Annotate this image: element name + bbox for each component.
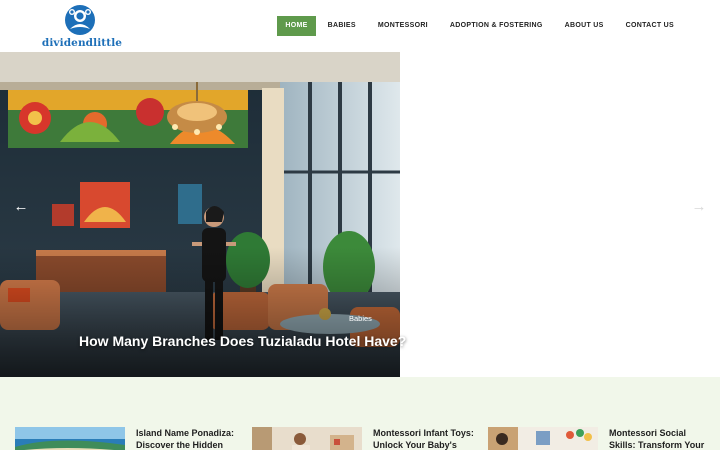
posts-strip: Island Name Ponadiza: Discover the Hidde… xyxy=(0,377,720,450)
hero-slider: Babies How Many Branches Does Tuzialadu … xyxy=(0,52,720,377)
nav-item-home[interactable]: HOME xyxy=(277,16,316,36)
logo-mark-icon xyxy=(65,5,95,35)
slide-title[interactable]: How Many Branches Does Tuzialadu Hotel H… xyxy=(79,333,406,349)
site-logo[interactable]: dividendlittle xyxy=(40,4,124,50)
arrow-right-icon[interactable]: → xyxy=(690,198,708,216)
hotel-lobby-illustration xyxy=(0,52,400,377)
nav-item-about-us[interactable]: ABOUT US xyxy=(555,16,614,36)
nursery-image[interactable] xyxy=(252,427,362,450)
slide-image[interactable] xyxy=(0,52,400,377)
nav-item-babies[interactable]: BABIES xyxy=(318,16,366,36)
classroom-image[interactable] xyxy=(488,427,598,450)
logo-text: dividendlittle xyxy=(41,37,123,49)
nav-item-montessori[interactable]: MONTESSORI xyxy=(368,16,438,36)
nav-item-adoption-fostering[interactable]: ADOPTION & FOSTERING xyxy=(440,16,553,36)
site-header: dividendlittle HOME BABIES MONTESSORI AD… xyxy=(0,0,720,52)
page: dividendlittle HOME BABIES MONTESSORI AD… xyxy=(0,0,720,450)
post-title[interactable]: Montessori Social Skills: Transform Your xyxy=(609,427,715,450)
main-nav: HOME BABIES MONTESSORI ADOPTION & FOSTER… xyxy=(275,16,684,36)
coastline-image[interactable] xyxy=(15,427,125,450)
slide-category-label[interactable]: Babies xyxy=(349,314,372,323)
post-title[interactable]: Montessori Infant Toys: Unlock Your Baby… xyxy=(373,427,479,450)
post-title[interactable]: Island Name Ponadiza: Discover the Hidde… xyxy=(136,427,242,450)
arrow-left-icon[interactable]: ← xyxy=(12,198,30,216)
nav-item-contact-us[interactable]: CONTACT US xyxy=(616,16,684,36)
